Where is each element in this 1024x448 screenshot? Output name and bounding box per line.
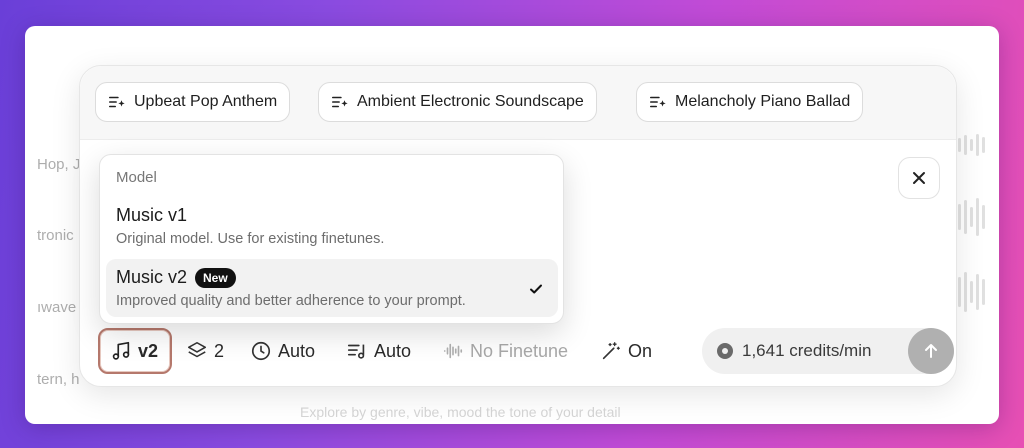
waveform-decoration xyxy=(958,198,985,236)
sparkle-list-icon xyxy=(649,96,666,108)
suggestion-label: Melancholy Piano Ballad xyxy=(675,93,851,110)
new-badge: New xyxy=(195,267,236,288)
check-icon xyxy=(530,284,542,294)
duration-label: Auto xyxy=(278,340,316,361)
waveform-icon xyxy=(443,343,463,359)
sparkle-list-icon xyxy=(331,96,348,108)
background-snippet: Hop, J xyxy=(37,156,81,173)
finetune-label: No Finetune xyxy=(470,340,569,361)
duration-button[interactable]: Auto xyxy=(250,328,315,374)
dropdown-header: Model xyxy=(116,169,157,186)
layers-icon xyxy=(187,341,207,358)
lyrics-icon xyxy=(347,344,365,359)
close-button[interactable] xyxy=(898,157,940,199)
enhance-button[interactable]: On xyxy=(600,328,652,374)
background-hint-text: Explore by genre, vibe, mood the tone of… xyxy=(300,404,621,420)
model-option-v1[interactable]: Music v1 Original model. Use for existin… xyxy=(106,197,558,255)
model-option-v2[interactable]: Music v2 New Improved quality and better… xyxy=(106,259,558,317)
suggestion-chip[interactable]: Melancholy Piano Ballad xyxy=(636,82,864,122)
lyrics-label: Auto xyxy=(374,340,412,361)
background-snippet: ıwave xyxy=(37,299,77,316)
suggestion-strip: Upbeat Pop Anthem Ambient Electronic Sou… xyxy=(80,66,956,140)
enhance-label: On xyxy=(628,340,653,361)
suggestion-chip[interactable]: Ambient Electronic Soundscape xyxy=(318,82,597,122)
background-snippet: tronic xyxy=(37,227,74,244)
composer-toolbar: v2 2 Auto Auto No Finetune On 1,641 cred… xyxy=(96,328,954,376)
layers-button[interactable]: 2 xyxy=(186,328,224,374)
model-option-title-row: Music v1 xyxy=(116,205,548,226)
model-option-title-row: Music v2 New xyxy=(116,267,548,288)
background-snippet: tern, h xyxy=(37,371,80,388)
credits-pill: 1,641 credits/min xyxy=(702,328,954,374)
model-selector-button[interactable]: v2 xyxy=(98,328,172,374)
close-icon xyxy=(913,172,925,184)
model-option-title: Music v2 xyxy=(116,267,188,287)
suggestion-label: Ambient Electronic Soundscape xyxy=(357,93,584,110)
model-option-description: Improved quality and better adherence to… xyxy=(116,293,466,309)
lyrics-button[interactable]: Auto xyxy=(346,328,411,374)
magic-wand-icon xyxy=(602,342,620,360)
waveform-decoration xyxy=(958,134,985,156)
music-note-icon xyxy=(112,341,130,360)
coin-icon xyxy=(717,343,733,359)
arrow-up-icon xyxy=(925,344,937,358)
suggestion-label: Upbeat Pop Anthem xyxy=(134,93,278,110)
waveform-decoration xyxy=(958,272,985,312)
send-button[interactable] xyxy=(908,328,954,374)
suggestion-chip[interactable]: Upbeat Pop Anthem xyxy=(95,82,291,122)
model-option-title: Music v1 xyxy=(116,205,188,225)
model-selector-label: v2 xyxy=(138,340,159,361)
clock-icon xyxy=(251,341,271,361)
sparkle-list-icon xyxy=(108,96,125,108)
layers-label: 2 xyxy=(214,340,225,361)
model-option-description: Original model. Use for existing finetun… xyxy=(116,231,385,247)
finetune-button[interactable]: No Finetune xyxy=(442,328,568,374)
credits-label: 1,641 credits/min xyxy=(742,341,872,360)
model-dropdown: Model Music v1 Original model. Use for e… xyxy=(99,154,564,324)
